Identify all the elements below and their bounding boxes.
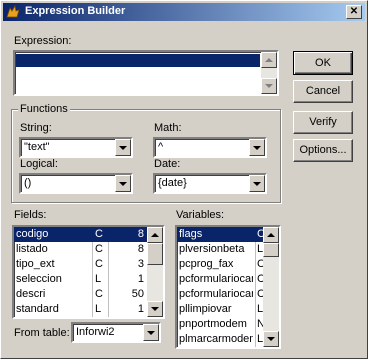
scroll-down-icon[interactable] [147, 301, 163, 317]
logical-combo[interactable]: () [19, 173, 133, 194]
logical-value: () [24, 177, 32, 189]
variable-name: pllimpiovar [179, 303, 232, 315]
expression-label: Expression: [14, 35, 72, 47]
scroll-up-icon[interactable] [261, 52, 277, 68]
fields-scrollbar[interactable] [147, 227, 163, 317]
chevron-down-icon[interactable] [143, 324, 159, 341]
scroll-down-icon[interactable] [263, 331, 279, 347]
field-row[interactable]: seleccion L 1 [14, 272, 147, 287]
variable-name: plmarcarmodem [179, 333, 253, 345]
variables-list[interactable]: flags Cplversionbeta Lpcprog_fax Cpcformula… [175, 225, 281, 349]
field-row[interactable]: standard L 1 [14, 302, 147, 317]
date-label: Date: [154, 158, 181, 170]
field-row[interactable]: listado C 8 [14, 242, 147, 257]
field-name: seleccion [16, 273, 62, 285]
variables-rows: flags Cplversionbeta Lpcprog_fax Cpcformula… [177, 227, 263, 347]
field-size: 8 [137, 228, 144, 240]
options-button[interactable]: Options... [293, 139, 353, 162]
variable-row[interactable]: pcprog_fax C [177, 257, 263, 272]
close-icon: ✕ [349, 6, 359, 17]
field-size: 1 [137, 303, 144, 315]
ok-button[interactable]: OK [293, 51, 353, 75]
variable-name: pcprog_fax [179, 258, 234, 270]
title-bar[interactable]: Expression Builder ✕ [3, 3, 365, 21]
field-name: standard [16, 303, 59, 315]
field-type: C [95, 243, 103, 255]
field-row[interactable]: codigo C 8 [14, 227, 147, 242]
string-value: "text" [24, 141, 50, 153]
close-button[interactable]: ✕ [346, 5, 362, 19]
string-label: String: [20, 122, 52, 134]
scroll-thumb[interactable] [147, 243, 163, 265]
chevron-down-icon[interactable] [115, 175, 131, 192]
variable-row[interactable]: plmarcarmodem L [177, 332, 263, 347]
scroll-up-icon[interactable] [263, 227, 279, 243]
scroll-down-icon[interactable] [261, 78, 277, 94]
math-label: Math: [154, 122, 182, 134]
from-table-value: Inforwi2 [76, 326, 115, 338]
expression-input[interactable] [16, 54, 260, 67]
field-size: 1 [137, 273, 144, 285]
string-combo[interactable]: "text" [19, 137, 133, 158]
expression-builder-window: Expression Builder ✕ Expression: OK Canc… [0, 0, 368, 359]
expression-box [13, 50, 279, 96]
variable-row[interactable]: pnportmodem N [177, 317, 263, 332]
math-combo[interactable]: ^ [153, 137, 267, 158]
fields-label: Fields: [14, 209, 47, 221]
variables-label: Variables: [176, 209, 225, 221]
date-value: {date} [158, 177, 187, 189]
variable-row[interactable]: pllimpiovar L [177, 302, 263, 317]
field-type: L [95, 303, 102, 315]
field-name: listado [16, 243, 48, 255]
window-title: Expression Builder [25, 5, 126, 17]
variable-name: plversionbeta [179, 243, 245, 255]
variables-scrollbar[interactable] [263, 227, 279, 347]
cancel-button[interactable]: Cancel [293, 80, 353, 103]
field-size: 3 [137, 258, 144, 270]
field-name: tipo_ext [16, 258, 55, 270]
variable-name: pcformulariocard [179, 273, 253, 285]
variable-row[interactable]: flags C [177, 227, 263, 242]
fields-list[interactable]: codigo C 8 listado C 8 tipo_ext C 3 seleccion L 1 de… [12, 225, 165, 319]
date-combo[interactable]: {date} [153, 173, 267, 194]
field-type: C [95, 228, 103, 240]
scroll-thumb[interactable] [263, 243, 279, 257]
from-table-label: From table: [14, 327, 70, 339]
chevron-down-icon[interactable] [249, 139, 265, 156]
variable-row[interactable]: pcformulariocard C [177, 272, 263, 287]
field-row[interactable]: descri C 50 [14, 287, 147, 302]
field-name: codigo [16, 228, 49, 240]
field-row[interactable]: tipo_ext C 3 [14, 257, 147, 272]
variable-row[interactable]: pcformulariocard C [177, 287, 263, 302]
variable-name: pcformulariocard [179, 288, 253, 300]
field-type: C [95, 288, 103, 300]
foxpro-fox-icon [6, 5, 20, 18]
field-name: descri [16, 288, 46, 300]
variable-name: flags [179, 228, 203, 240]
functions-group-label: Functions [18, 103, 70, 115]
logical-label: Logical: [20, 158, 58, 170]
expression-scrollbar[interactable] [261, 52, 277, 94]
field-size: 50 [131, 288, 144, 300]
verify-button[interactable]: Verify [293, 111, 353, 134]
chevron-down-icon[interactable] [115, 139, 131, 156]
variable-row[interactable]: plversionbeta L [177, 242, 263, 257]
fields-rows: codigo C 8 listado C 8 tipo_ext C 3 seleccion L 1 de… [14, 227, 147, 317]
math-value: ^ [158, 141, 164, 153]
field-type: L [95, 273, 102, 285]
field-type: C [95, 258, 103, 270]
chevron-down-icon[interactable] [249, 175, 265, 192]
field-size: 8 [137, 243, 144, 255]
scroll-up-icon[interactable] [147, 227, 163, 243]
from-table-combo[interactable]: Inforwi2 [71, 322, 161, 343]
variable-name: pnportmodem [179, 318, 247, 330]
